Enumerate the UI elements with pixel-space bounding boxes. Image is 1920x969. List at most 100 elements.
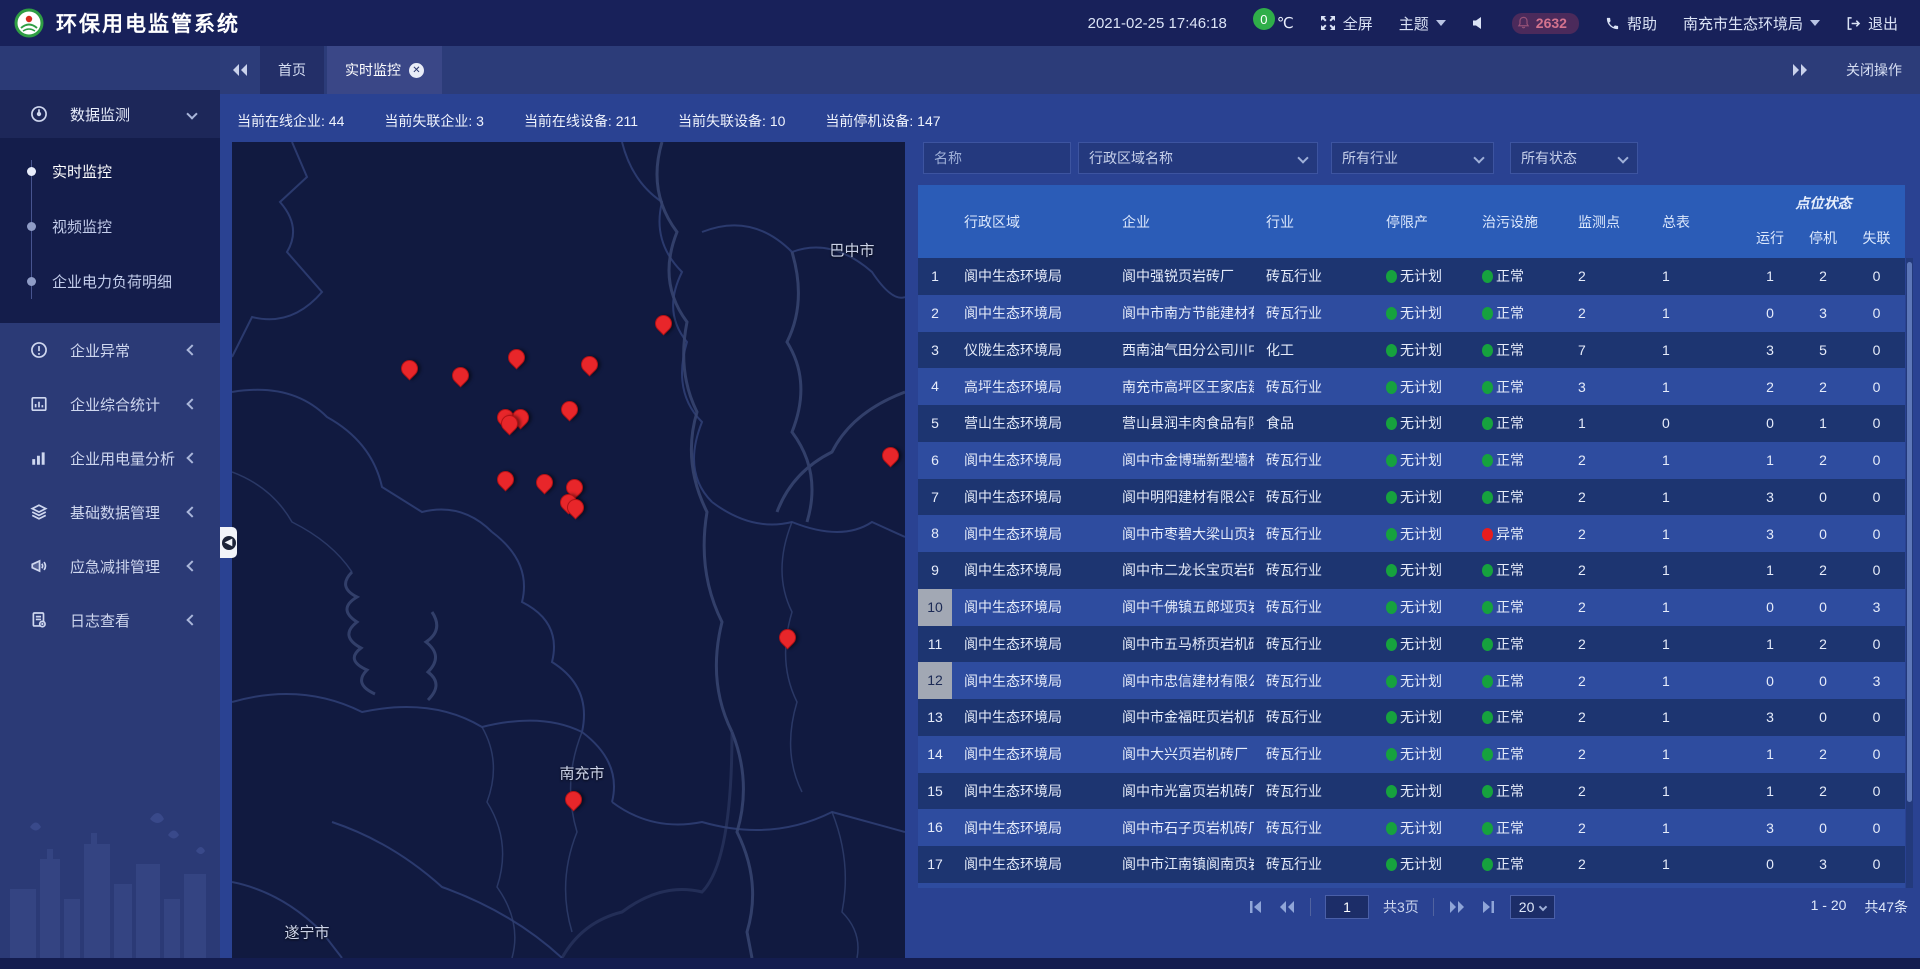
cell-stop: 0	[1798, 526, 1848, 542]
pager-divider	[1433, 898, 1434, 916]
org-dropdown[interactable]: 南充市生态环境局	[1683, 13, 1820, 34]
col-run: 运行	[1742, 228, 1798, 258]
chevron-down-icon	[1436, 20, 1446, 26]
cell-plan: 无计划	[1374, 634, 1470, 654]
cell-index: 7	[918, 479, 952, 516]
first-page-button[interactable]	[1248, 900, 1264, 914]
cell-index: 6	[918, 442, 952, 479]
cell-facility: 正常	[1470, 707, 1566, 727]
cell-points: 3	[1566, 379, 1650, 395]
table-row[interactable]: 6阆中生态环境局阆中市金博瑞新型墙材砖瓦行业无计划正常21120	[918, 442, 1905, 479]
cell-meters: 1	[1650, 636, 1742, 652]
cell-meters: 1	[1650, 599, 1742, 615]
sidebar-subitem[interactable]: 视频监控	[0, 199, 220, 254]
table-row[interactable]: 14阆中生态环境局阆中大兴页岩机砖厂砖瓦行业无计划正常21120	[918, 736, 1905, 773]
table-row[interactable]: 11阆中生态环境局阆中市五马桥页岩机砖砖瓦行业无计划正常21120	[918, 626, 1905, 663]
chevron-down-icon	[1473, 152, 1484, 163]
chevron-down-icon	[1539, 902, 1547, 910]
fullscreen-label: 全屏	[1343, 13, 1373, 34]
sidebar-item-label: 基础数据管理	[70, 502, 160, 523]
sidebar-item[interactable]: 应急减排管理	[0, 539, 220, 593]
table-row[interactable]: 8阆中生态环境局阆中市枣碧大梁山页岩砖瓦行业无计划异常21300	[918, 515, 1905, 552]
theme-dropdown[interactable]: 主题	[1399, 13, 1446, 34]
status-dot-green	[1386, 491, 1397, 504]
status-dot-green	[1386, 344, 1397, 357]
sidebar-subitem[interactable]: 企业电力负荷明细	[0, 254, 220, 309]
last-page-button[interactable]	[1480, 900, 1496, 914]
status-filter-select[interactable]: 所有状态	[1510, 142, 1638, 174]
cell-region: 阆中生态环境局	[952, 707, 1110, 727]
cell-stop: 2	[1798, 746, 1848, 762]
status-dot-red	[1482, 528, 1493, 541]
cell-lost: 0	[1848, 526, 1905, 542]
speaker-icon	[1472, 16, 1486, 30]
industry-filter-select[interactable]: 所有行业	[1331, 142, 1494, 174]
sidebar-collapse-handle[interactable]: ◀	[220, 527, 237, 558]
sidebar-item[interactable]: 基础数据管理	[0, 485, 220, 539]
cell-lost: 0	[1848, 636, 1905, 652]
chevron-left-icon	[186, 560, 197, 571]
notification-badge[interactable]: 2632	[1512, 13, 1579, 34]
close-operations-button[interactable]: 关闭操作	[1846, 60, 1902, 80]
table-row[interactable]: 12阆中生态环境局阆中市忠信建材有限公砖瓦行业无计划正常21003	[918, 662, 1905, 699]
status-dot-green	[1386, 270, 1397, 283]
tab-实时监控[interactable]: 实时监控✕	[327, 46, 442, 94]
tab-首页[interactable]: 首页	[260, 46, 324, 94]
name-filter-field[interactable]	[923, 142, 1071, 174]
logout-button[interactable]: 退出	[1846, 13, 1898, 34]
table-row[interactable]: 4高坪生态环境局南充市高坪区王家店建砖瓦行业无计划正常31220	[918, 368, 1905, 405]
next-page-button[interactable]	[1448, 900, 1466, 914]
cell-lost: 3	[1848, 673, 1905, 689]
name-filter-input[interactable]	[934, 150, 1060, 166]
cell-industry: 砖瓦行业	[1254, 744, 1374, 764]
mute-button[interactable]	[1472, 16, 1486, 30]
table-row[interactable]: 16阆中生态环境局阆中市石子页岩机砖厂砖瓦行业无计划正常21300	[918, 809, 1905, 846]
cell-facility: 正常	[1470, 671, 1566, 691]
tabs-scroll-right-button[interactable]	[1780, 63, 1820, 77]
cell-run: 3	[1742, 526, 1798, 542]
tab-close-icon[interactable]: ✕	[409, 63, 424, 78]
status-dot-green	[1386, 822, 1397, 835]
help-button[interactable]: 帮助	[1605, 13, 1657, 34]
skyline-decoration	[0, 799, 220, 969]
page-size-select[interactable]: 20	[1510, 895, 1556, 919]
table-row[interactable]: 1阆中生态环境局阆中强锐页岩砖厂砖瓦行业无计划正常21120	[918, 258, 1905, 295]
table-scrollbar[interactable]	[1906, 258, 1913, 888]
sidebar-item[interactable]: 企业用电量分析	[0, 431, 220, 485]
status-dot-green	[1482, 344, 1493, 357]
table-row[interactable]: 3仪陇生态环境局西南油气田分公司川中化工无计划正常71350	[918, 332, 1905, 369]
table-row[interactable]: 15阆中生态环境局阆中市光富页岩机砖厂砖瓦行业无计划正常21120	[918, 773, 1905, 810]
status-dot-green	[1482, 858, 1493, 871]
table-row[interactable]: 10阆中生态环境局阆中千佛镇五郎垭页岩砖瓦行业无计划正常21003	[918, 589, 1905, 626]
table-row[interactable]: 5营山生态环境局营山县润丰肉食品有限食品无计划正常10010	[918, 405, 1905, 442]
table-row[interactable]: 9阆中生态环境局阆中市二龙长宝页岩砖砖瓦行业无计划正常21120	[918, 552, 1905, 589]
sidebar-item[interactable]: 企业综合统计	[0, 377, 220, 431]
prev-page-button[interactable]	[1278, 900, 1296, 914]
cell-industry: 砖瓦行业	[1254, 524, 1374, 544]
cell-company: 阆中强锐页岩砖厂	[1110, 266, 1254, 286]
table-row[interactable]: 13阆中生态环境局阆中市金福旺页岩机砖砖瓦行业无计划正常21300	[918, 699, 1905, 736]
table-row[interactable]: 17阆中生态环境局阆中市江南镇阆南页岩砖瓦行业无计划正常21030	[918, 846, 1905, 883]
cell-company: 阆中市石子页岩机砖厂	[1110, 818, 1254, 838]
tabs-scroll-left-button[interactable]	[220, 46, 260, 94]
fullscreen-button[interactable]: 全屏	[1320, 13, 1373, 34]
sidebar-item[interactable]: 数据监测	[0, 90, 220, 138]
cell-region: 阆中生态环境局	[952, 597, 1110, 617]
sidebar-item[interactable]: 企业异常	[0, 323, 220, 377]
table-row[interactable]: 2阆中生态环境局阆中市南方节能建材有砖瓦行业无计划正常21030	[918, 295, 1905, 332]
table-row[interactable]: 7阆中生态环境局阆中明阳建材有限公司砖瓦行业无计划正常21300	[918, 479, 1905, 516]
stat-当前失联企业: 当前失联企业: 3	[384, 111, 484, 131]
map-panel[interactable]: 巴中市南充市遂宁市	[232, 142, 905, 958]
cell-meters: 1	[1650, 379, 1742, 395]
sidebar-item[interactable]: 日志查看	[0, 593, 220, 647]
sidebar: 数据监测实时监控视频监控企业电力负荷明细企业异常企业综合统计企业用电量分析基础数…	[0, 46, 220, 969]
cell-industry: 砖瓦行业	[1254, 781, 1374, 801]
cell-lost: 0	[1848, 746, 1905, 762]
sidebar-submenu: 实时监控视频监控企业电力负荷明细	[0, 138, 220, 323]
region-filter-select[interactable]: 行政区域名称	[1078, 142, 1318, 174]
sidebar-item-label: 企业异常	[70, 340, 130, 361]
sidebar-subitem[interactable]: 实时监控	[0, 144, 220, 199]
page-content: 当前在线企业: 44当前失联企业: 3当前在线设备: 211当前失联设备: 10…	[220, 94, 1920, 969]
page-number-input[interactable]	[1325, 895, 1369, 919]
cell-region: 阆中生态环境局	[952, 487, 1110, 507]
